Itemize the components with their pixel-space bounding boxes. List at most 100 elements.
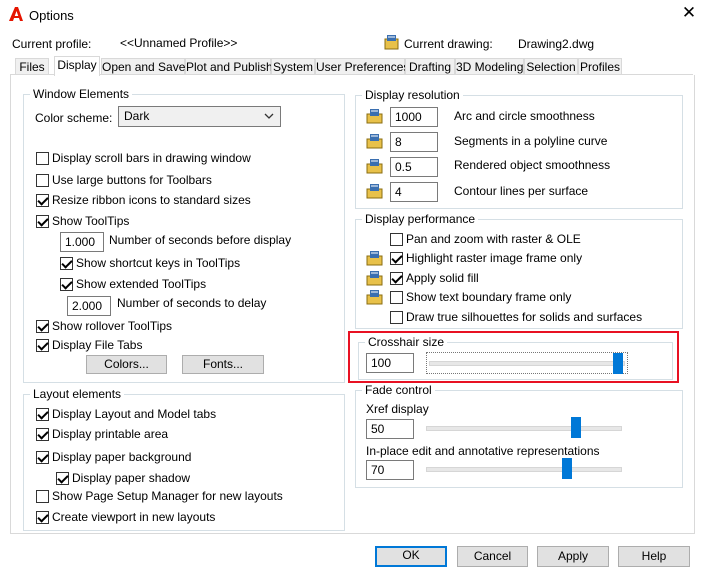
true-silhouettes-label: Draw true silhouettes for solids and sur… (406, 310, 643, 324)
drawing-saved-icon (366, 271, 383, 286)
resize-ribbon-checkbox[interactable] (36, 194, 49, 207)
inplace-slider-thumb[interactable] (562, 458, 572, 479)
tab-user-preferences[interactable]: User Preferences (315, 58, 409, 75)
display-resolution-title: Display resolution (362, 88, 463, 102)
current-profile-value: <<Unnamed Profile>> (120, 36, 238, 50)
layout-model-tabs-checkbox[interactable] (36, 408, 49, 421)
true-silhouettes-checkbox[interactable] (390, 311, 403, 324)
extended-tooltips-label: Show extended ToolTips (76, 277, 207, 291)
tab-3d-modeling[interactable]: 3D Modeling (455, 58, 524, 75)
rendered-smoothness-label: Rendered object smoothness (454, 158, 611, 172)
chevron-down-icon (264, 113, 274, 119)
rollover-tooltips-checkbox[interactable] (36, 320, 49, 333)
tab-drafting[interactable]: Drafting (405, 58, 455, 75)
drawing-saved-icon (366, 251, 383, 266)
display-performance-title: Display performance (362, 212, 479, 226)
pan-zoom-raster-checkbox[interactable] (390, 233, 403, 246)
ok-button[interactable]: OK (375, 546, 447, 567)
fonts-button[interactable]: Fonts... (182, 355, 264, 374)
shortcut-keys-label: Show shortcut keys in ToolTips (76, 256, 241, 270)
xref-slider-thumb[interactable] (571, 417, 581, 438)
tab-plot-and-publish[interactable]: Plot and Publish (185, 58, 273, 75)
apply-solid-fill-checkbox[interactable] (390, 272, 403, 285)
inplace-edit-input[interactable]: 70 (366, 460, 414, 480)
layout-model-tabs-label: Display Layout and Model tabs (52, 407, 217, 421)
tab-open-and-save[interactable]: Open and Save (101, 58, 185, 75)
apply-button[interactable]: Apply (537, 546, 609, 567)
highlight-raster-checkbox[interactable] (390, 252, 403, 265)
drawing-saved-icon (366, 159, 383, 174)
scroll-bars-label: Display scroll bars in drawing window (52, 151, 251, 165)
cancel-button[interactable]: Cancel (457, 546, 528, 567)
rollover-tooltips-label: Show rollover ToolTips (52, 319, 173, 333)
large-buttons-label: Use large buttons for Toolbars (52, 173, 212, 187)
show-tooltips-checkbox[interactable] (36, 215, 49, 228)
current-drawing-label: Current drawing: (404, 37, 493, 51)
color-scheme-value: Dark (124, 109, 150, 123)
tooltip-delay-input[interactable]: 1.000 (60, 232, 104, 252)
text-boundary-label: Show text boundary frame only (406, 290, 572, 304)
drawing-saved-icon (366, 109, 383, 124)
large-buttons-checkbox[interactable] (36, 174, 49, 187)
printable-area-checkbox[interactable] (36, 428, 49, 441)
xref-slider-track (426, 426, 622, 431)
contour-lines-label: Contour lines per surface (454, 184, 589, 198)
pan-zoom-raster-label: Pan and zoom with raster & OLE (406, 232, 581, 246)
drawing-file-icon (384, 35, 399, 50)
extended-tooltips-checkbox[interactable] (60, 278, 73, 291)
drawing-saved-icon (366, 134, 383, 149)
inplace-slider-track (426, 467, 622, 472)
current-profile-label: Current profile: (12, 37, 92, 51)
create-viewport-checkbox[interactable] (36, 511, 49, 524)
crosshair-highlight-box (348, 331, 679, 383)
xref-display-label: Xref display (366, 402, 429, 416)
tab-profiles[interactable]: Profiles (578, 58, 622, 75)
drawing-saved-icon (366, 290, 383, 305)
polyline-segments-input[interactable]: 8 (390, 132, 438, 152)
tooltip-delay-label: Number of seconds before display (109, 233, 292, 247)
highlight-raster-label: Highlight raster image frame only (406, 251, 583, 265)
file-tabs-label: Display File Tabs (52, 338, 143, 352)
tab-selection[interactable]: Selection (524, 58, 578, 75)
inplace-edit-label: In-place edit and annotative representat… (366, 444, 600, 458)
text-boundary-checkbox[interactable] (390, 291, 403, 304)
fade-control-title: Fade control (362, 383, 435, 397)
create-viewport-label: Create viewport in new layouts (52, 510, 216, 524)
paper-background-label: Display paper background (52, 450, 192, 464)
inplace-edit-slider[interactable] (426, 458, 622, 480)
resize-ribbon-label: Resize ribbon icons to standard sizes (52, 193, 251, 207)
contour-lines-input[interactable]: 4 (390, 182, 438, 202)
scroll-bars-checkbox[interactable] (36, 152, 49, 165)
arc-smoothness-label: Arc and circle smoothness (454, 109, 595, 123)
xref-display-slider[interactable] (426, 417, 622, 439)
color-scheme-label: Color scheme: (35, 111, 113, 125)
autocad-logo-icon (9, 7, 23, 21)
window-elements-title: Window Elements (30, 87, 133, 101)
colors-button[interactable]: Colors... (86, 355, 167, 374)
close-icon[interactable]: ✕ (681, 4, 697, 21)
apply-solid-fill-label: Apply solid fill (406, 271, 479, 285)
paper-shadow-label: Display paper shadow (72, 471, 191, 485)
xref-display-input[interactable]: 50 (366, 419, 414, 439)
shortcut-keys-checkbox[interactable] (60, 257, 73, 270)
paper-shadow-checkbox[interactable] (56, 472, 69, 485)
tab-files[interactable]: Files (15, 58, 49, 75)
tab-system[interactable]: System (271, 58, 315, 75)
current-drawing-value: Drawing2.dwg (518, 37, 595, 51)
paper-background-checkbox[interactable] (36, 451, 49, 464)
show-tooltips-label: Show ToolTips (52, 214, 130, 228)
page-setup-manager-checkbox[interactable] (36, 490, 49, 503)
layout-elements-title: Layout elements (30, 387, 125, 401)
polyline-segments-label: Segments in a polyline curve (454, 134, 608, 148)
printable-area-label: Display printable area (52, 427, 169, 441)
arc-smoothness-input[interactable]: 1000 (390, 107, 438, 127)
page-setup-manager-label: Show Page Setup Manager for new layouts (52, 489, 283, 503)
color-scheme-select[interactable]: Dark (118, 106, 281, 127)
tab-display[interactable]: Display (54, 56, 100, 76)
drawing-saved-icon (366, 184, 383, 199)
extended-delay-input[interactable]: 2.000 (67, 296, 111, 316)
rendered-smoothness-input[interactable]: 0.5 (390, 157, 438, 177)
extended-delay-label: Number of seconds to delay (117, 296, 267, 310)
help-button[interactable]: Help (618, 546, 690, 567)
file-tabs-checkbox[interactable] (36, 339, 49, 352)
